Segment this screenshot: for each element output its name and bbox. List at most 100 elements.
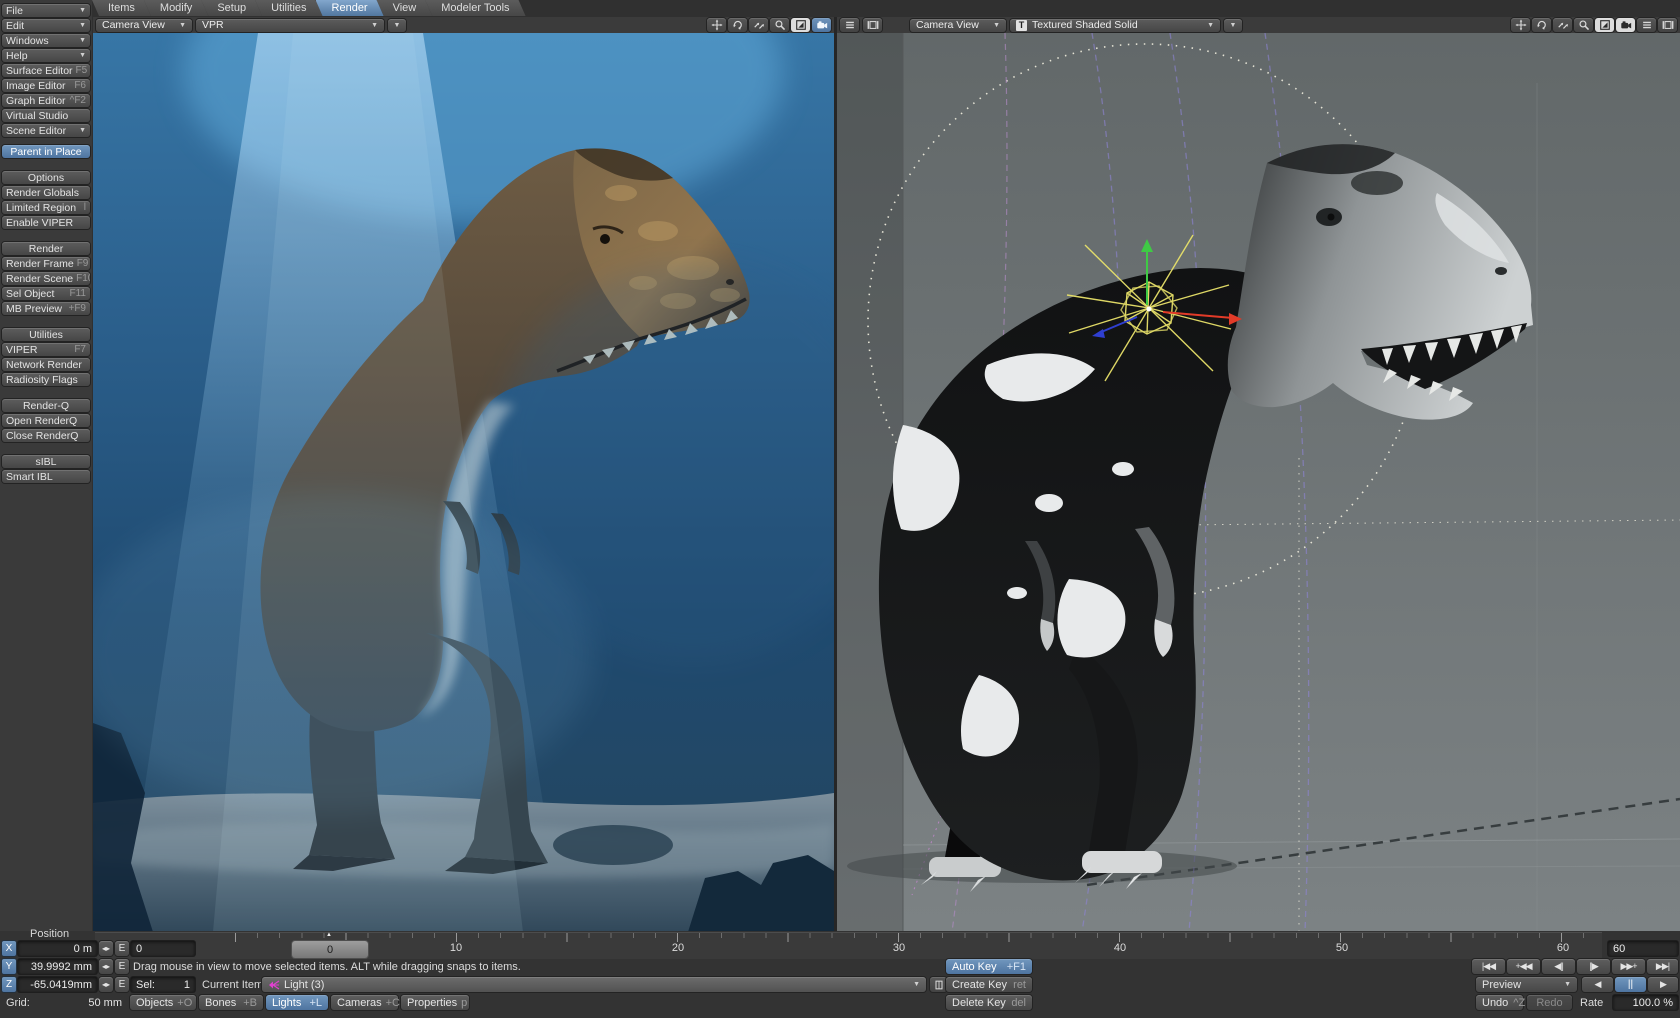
texture-badge-icon: T	[1016, 20, 1027, 31]
left-render-mode-dropdown[interactable]: VPR ▼	[196, 19, 384, 32]
sidebar-button-scene-editor[interactable]: Scene Editor▼	[2, 124, 90, 137]
sidebar-button-network-render[interactable]: Network Render	[2, 358, 90, 371]
frame-slider-handle[interactable]: 0	[292, 941, 368, 958]
sidebar-button-render-globals[interactable]: Render Globals	[2, 186, 90, 199]
rotate-view-icon[interactable]	[728, 18, 747, 32]
sidebar-button-close-renderq[interactable]: Close RenderQ	[2, 429, 90, 442]
right-viewport-options-dropdown[interactable]: ▼	[1224, 19, 1242, 32]
sidebar-button-render-frame[interactable]: Render FrameF9	[2, 257, 90, 270]
z-position-field[interactable]: -65.0419mm	[18, 977, 97, 992]
x-position-field[interactable]: 0 m	[18, 941, 97, 956]
y-axis-chip[interactable]: Y	[2, 959, 16, 974]
sidebar-button-enable-viper[interactable]: Enable VIPER	[2, 216, 90, 229]
undo-button[interactable]: Undo^Z	[1476, 995, 1523, 1010]
maximize-viewport-icon[interactable]	[791, 18, 810, 32]
tab-modify[interactable]: Modify	[144, 0, 208, 16]
sidebar-button-surface-editor[interactable]: Surface EditorF5	[2, 64, 90, 77]
camera-icon[interactable]	[1616, 18, 1635, 32]
play-reverse-button[interactable]: ◀	[1582, 977, 1613, 992]
y-position-field[interactable]: 39.9992 mm	[18, 959, 97, 974]
menu-help[interactable]: Help▼	[2, 49, 90, 62]
go-first-frame-button[interactable]: |◀◀	[1472, 959, 1505, 974]
sidebar-button-sel-object[interactable]: Sel ObjectF11	[2, 287, 90, 300]
item-panel-icon[interactable]	[930, 977, 947, 992]
menu-windows[interactable]: Windows▼	[2, 34, 90, 47]
sidebar-button-render-scene[interactable]: Render SceneF10	[2, 272, 90, 285]
step-back-button[interactable]: ◀||	[1542, 959, 1575, 974]
objects-button[interactable]: Objects+O	[130, 995, 196, 1010]
shaded-viewport[interactable]	[837, 33, 1680, 932]
zoom-view-icon[interactable]	[1553, 18, 1572, 32]
lights-button[interactable]: Lights+L	[266, 995, 328, 1010]
shortcut-key: F9	[77, 258, 89, 269]
magnify-icon[interactable]	[1574, 18, 1593, 32]
section-header-options: Options	[2, 171, 90, 184]
sidebar-button-image-editor[interactable]: Image EditorF6	[2, 79, 90, 92]
viewport-frame-icon[interactable]	[863, 18, 882, 32]
z-spinner[interactable]: ◂▸	[99, 977, 113, 992]
tab-utilities[interactable]: Utilities	[255, 0, 322, 16]
rotate-view-icon[interactable]	[1532, 18, 1551, 32]
preview-dropdown[interactable]: Preview▼	[1476, 977, 1577, 992]
right-view-mode-dropdown[interactable]: Camera View ▼	[910, 19, 1006, 32]
move-view-icon[interactable]	[707, 18, 726, 32]
cameras-button[interactable]: Cameras+C	[331, 995, 398, 1010]
tab-render[interactable]: Render	[316, 0, 384, 16]
sidebar-button-smart-ibl[interactable]: Smart IBL	[2, 470, 90, 483]
sidebar-button-open-renderq[interactable]: Open RenderQ	[2, 414, 90, 427]
timeline-ruler[interactable]: 10 20 30 40 50 60 ▲ 0	[95, 932, 1602, 959]
redo-button[interactable]: Redo	[1527, 995, 1572, 1010]
y-envelope-button[interactable]: E	[115, 959, 129, 974]
vpr-render-viewport[interactable]	[93, 33, 834, 932]
sidebar-button-graph-editor[interactable]: Graph Editor^F2	[2, 94, 90, 107]
z-envelope-button[interactable]: E	[115, 977, 129, 992]
x-spinner[interactable]: ◂▸	[99, 941, 113, 956]
tab-items[interactable]: Items	[92, 0, 151, 16]
tab-setup[interactable]: Setup	[201, 0, 262, 16]
camera-icon[interactable]	[812, 18, 831, 32]
sel-label: Sel:	[136, 979, 155, 991]
move-view-icon[interactable]	[1511, 18, 1530, 32]
pause-button[interactable]: ||	[1615, 977, 1646, 992]
x-envelope-button[interactable]: E	[115, 941, 129, 956]
menu-file[interactable]: File▼	[2, 4, 90, 17]
prev-keyframe-button[interactable]: +◀◀	[1507, 959, 1540, 974]
tab-modeler-tools[interactable]: Modeler Tools	[425, 0, 525, 16]
left-viewport-options-dropdown[interactable]: ▼	[388, 19, 406, 32]
left-view-mode-dropdown[interactable]: Camera View ▼	[96, 19, 192, 32]
go-last-frame-button[interactable]: ▶▶|	[1647, 959, 1678, 974]
properties-button[interactable]: Propertiesp	[401, 995, 469, 1010]
zoom-view-icon[interactable]	[749, 18, 768, 32]
z-axis-chip[interactable]: Z	[2, 977, 16, 992]
right-render-mode-dropdown[interactable]: T Textured Shaded Solid ▼	[1010, 19, 1220, 32]
next-keyframe-button[interactable]: ▶▶+	[1612, 959, 1645, 974]
sidebar-button-limited-region[interactable]: Limited Regionl	[2, 201, 90, 214]
viewport-divider[interactable]	[834, 17, 837, 932]
viewport-frame-icon[interactable]	[1658, 18, 1677, 32]
play-forward-button[interactable]: ▶	[1648, 977, 1678, 992]
magnify-icon[interactable]	[770, 18, 789, 32]
position-panel-title: Position	[30, 928, 69, 940]
sidebar-button-parent-in-place[interactable]: Parent in Place	[2, 145, 90, 158]
sidebar-button-viper[interactable]: VIPERF7	[2, 343, 90, 356]
y-spinner[interactable]: ◂▸	[99, 959, 113, 974]
rate-value-field[interactable]: 100.0 %	[1613, 995, 1678, 1010]
create-key-button[interactable]: Create Keyret	[946, 977, 1032, 992]
tab-view[interactable]: View	[377, 0, 433, 16]
shortcut-key: l	[84, 202, 86, 213]
delete-key-button[interactable]: Delete Keydel	[946, 995, 1032, 1010]
viewport-list-icon[interactable]	[840, 18, 859, 32]
sidebar-button-virtual-studio[interactable]: Virtual Studio	[2, 109, 90, 122]
step-forward-button[interactable]: ||▶	[1577, 959, 1610, 974]
frame-input[interactable]: 0	[131, 941, 195, 956]
current-item-dropdown[interactable]: Light (3) ▼	[262, 977, 926, 992]
bones-button[interactable]: Bones+B	[199, 995, 263, 1010]
maximize-viewport-icon[interactable]	[1595, 18, 1614, 32]
auto-key-button[interactable]: Auto Key+F1	[946, 959, 1032, 974]
viewport-list-icon[interactable]	[1637, 18, 1656, 32]
end-frame-field[interactable]: 60	[1608, 941, 1678, 956]
x-axis-chip[interactable]: X	[2, 941, 16, 956]
sidebar-button-mb-preview[interactable]: MB Preview+F9	[2, 302, 90, 315]
menu-edit[interactable]: Edit▼	[2, 19, 90, 32]
sidebar-button-radiosity-flags[interactable]: Radiosity Flags	[2, 373, 90, 386]
